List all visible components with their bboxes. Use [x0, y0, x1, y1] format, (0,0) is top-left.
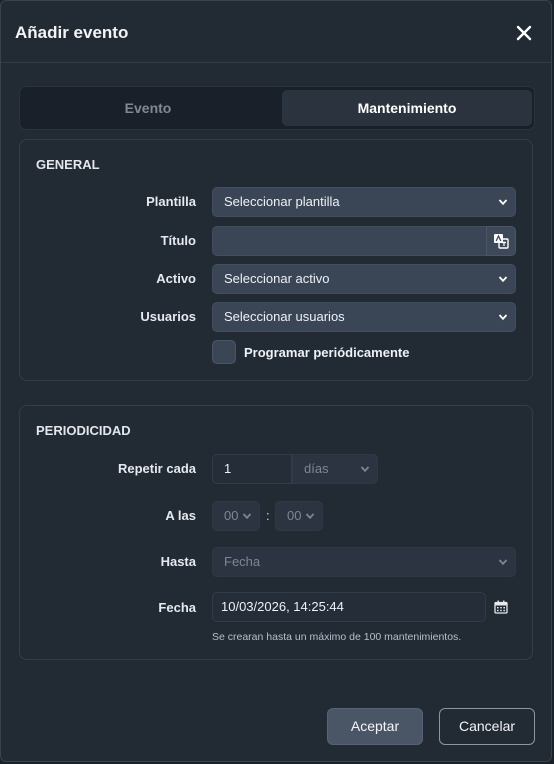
chevron-down-icon: [498, 276, 508, 283]
hour-value: 00: [224, 508, 239, 523]
fecha-label: Fecha: [158, 600, 196, 615]
chevron-down-icon: [498, 199, 508, 206]
modal-header: Añadir evento: [1, 1, 551, 63]
plantilla-select[interactable]: Seleccionar plantilla: [212, 187, 516, 217]
usuarios-select-value: Seleccionar usuarios: [224, 309, 345, 324]
minute-select[interactable]: 00: [275, 501, 323, 531]
hasta-select-value: Fecha: [224, 554, 261, 569]
repetir-label: Repetir cada: [117, 461, 196, 476]
periodic-checkbox[interactable]: [212, 340, 236, 364]
chevron-down-icon: [360, 466, 370, 473]
translate-button[interactable]: [486, 226, 516, 256]
max-maintenance-help: Se crearan hasta un máximo de 100 manten…: [212, 631, 462, 643]
tab-evento[interactable]: Evento: [23, 90, 273, 126]
minute-value: 00: [287, 508, 302, 523]
time-separator: :: [266, 508, 270, 523]
titulo-input[interactable]: [212, 226, 487, 256]
translate-icon: [494, 234, 509, 249]
chevron-down-icon: [498, 314, 508, 321]
chevron-down-icon: [498, 559, 508, 566]
general-section-title: GENERAL: [36, 157, 100, 172]
calendar-icon: [494, 600, 508, 614]
accept-button[interactable]: Aceptar: [327, 708, 423, 745]
periodicidad-section-title: PERIODICIDAD: [36, 423, 131, 438]
repetir-input-value: 1: [224, 461, 232, 476]
periodic-checkbox-label[interactable]: Programar periódicamente: [244, 345, 409, 360]
repetir-unit-value: días: [304, 461, 329, 476]
titulo-label: Título: [160, 233, 196, 248]
hasta-label: Hasta: [160, 554, 196, 569]
activo-label: Activo: [156, 271, 196, 286]
cancel-button[interactable]: Cancelar: [439, 708, 535, 745]
usuarios-select[interactable]: Seleccionar usuarios: [212, 302, 516, 332]
event-type-tabs: Evento Mantenimiento: [19, 86, 535, 130]
fecha-input[interactable]: 10/03/2026, 14:25:44: [212, 592, 486, 622]
a-las-label: A las: [165, 508, 196, 523]
plantilla-label: Plantilla: [146, 194, 196, 209]
chevron-down-icon: [305, 513, 315, 520]
repetir-unit-select[interactable]: días: [292, 454, 378, 484]
close-icon: [516, 25, 532, 41]
fecha-input-value: 10/03/2026, 14:25:44: [221, 599, 344, 614]
usuarios-label: Usuarios: [140, 309, 196, 324]
activo-select[interactable]: Seleccionar activo: [212, 264, 516, 294]
modal-title: Añadir evento: [15, 23, 129, 42]
hasta-select[interactable]: Fecha: [212, 547, 516, 577]
plantilla-select-value: Seleccionar plantilla: [224, 194, 340, 209]
repetir-input[interactable]: 1: [212, 454, 292, 484]
calendar-button[interactable]: [494, 600, 508, 614]
chevron-down-icon: [242, 513, 252, 520]
hour-select[interactable]: 00: [212, 501, 260, 531]
tab-mantenimiento[interactable]: Mantenimiento: [282, 90, 532, 126]
close-button[interactable]: [515, 24, 533, 42]
activo-select-value: Seleccionar activo: [224, 271, 330, 286]
